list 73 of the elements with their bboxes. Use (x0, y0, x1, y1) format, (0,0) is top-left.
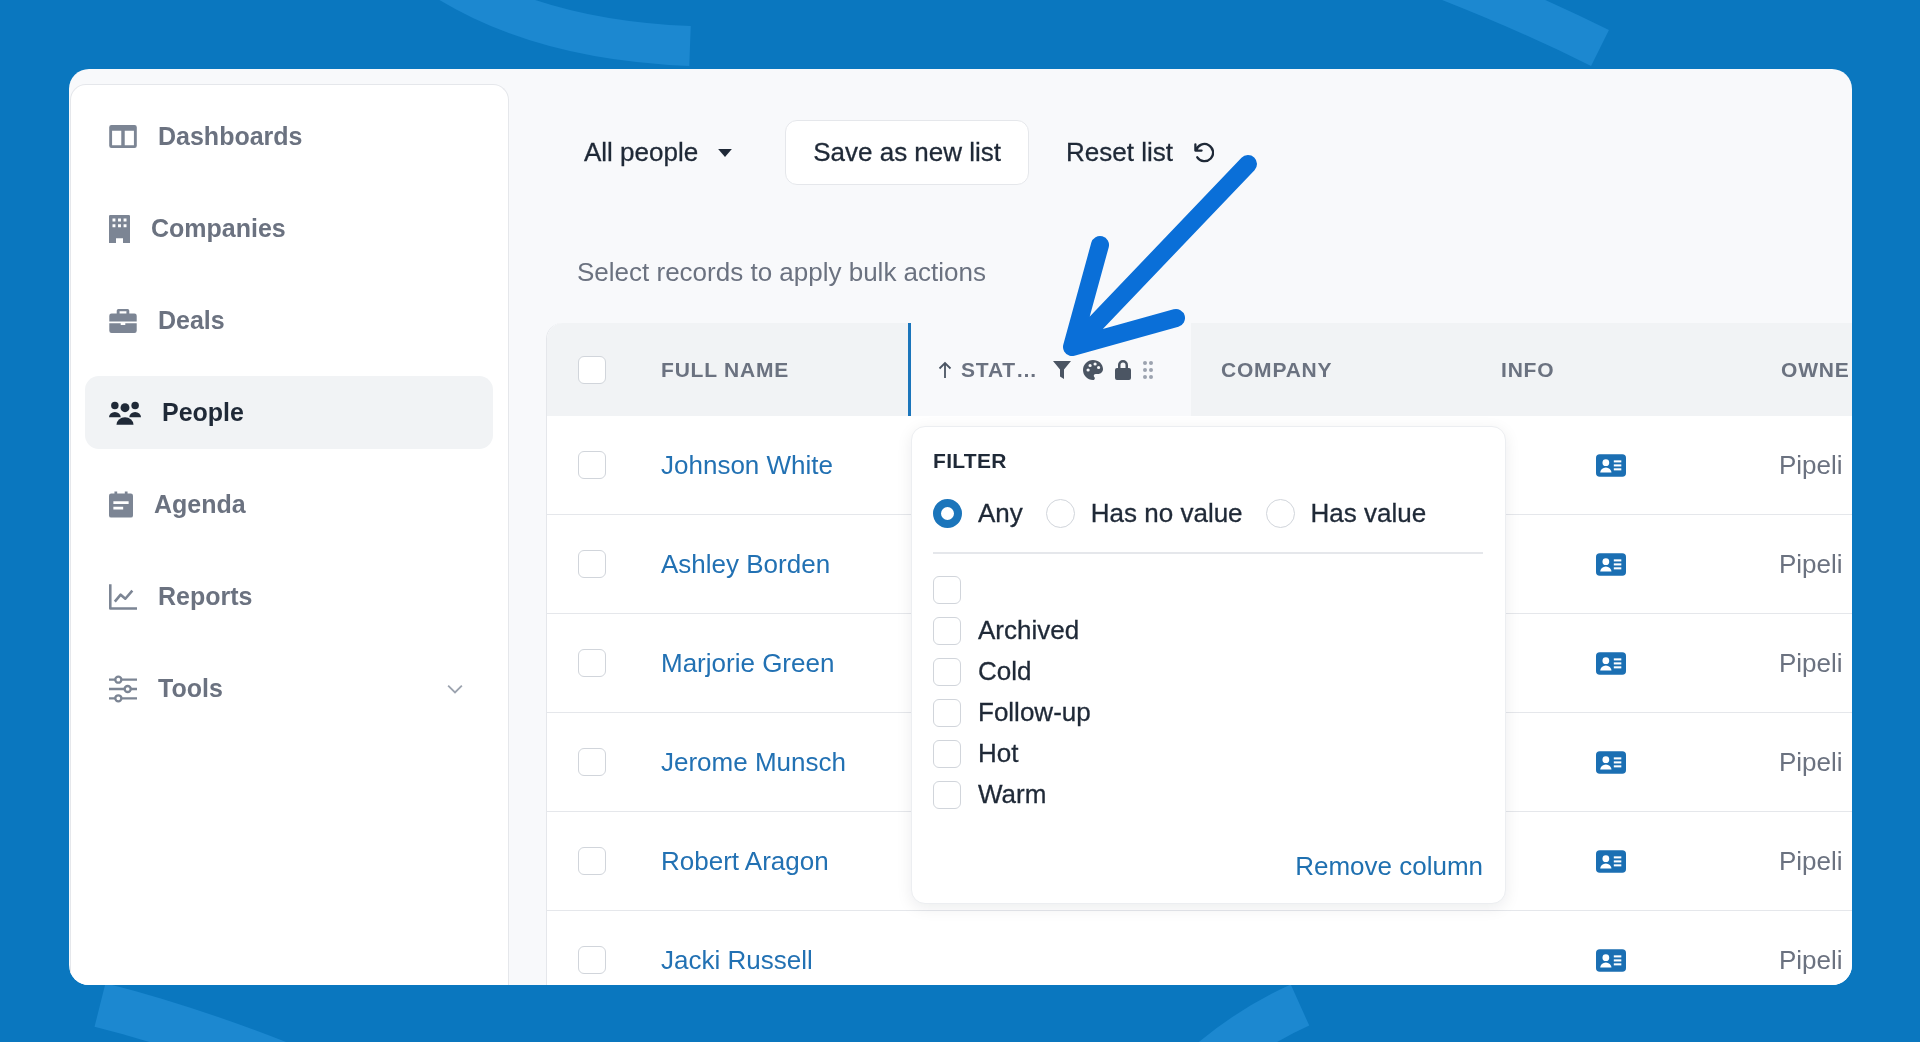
line-chart-icon (109, 583, 137, 610)
drag-handle-icon[interactable] (1142, 360, 1153, 379)
chevron-down-icon[interactable] (447, 683, 463, 694)
radio-button[interactable] (933, 498, 962, 528)
list-selector-dropdown[interactable]: All people (546, 120, 733, 185)
option-checkbox[interactable] (933, 657, 961, 686)
owner-text: Pipeli (1779, 548, 1843, 580)
contact-card-icon[interactable] (1596, 651, 1626, 675)
sidebar-item[interactable]: Agenda (85, 468, 493, 541)
row-checkbox[interactable] (578, 847, 606, 875)
contact-card-icon[interactable] (1596, 948, 1626, 972)
option-checkbox[interactable] (933, 698, 961, 727)
bulk-actions-hint: Select records to apply bulk actions (576, 257, 986, 287)
owner-text: Pipeli (1779, 944, 1843, 976)
filter-icon[interactable] (1052, 360, 1071, 379)
column-header[interactable]: FULL NAME (637, 323, 908, 416)
palette-icon[interactable] (1082, 359, 1103, 380)
option-checkbox[interactable] (933, 575, 961, 604)
column-header[interactable]: STAT… (908, 323, 1191, 416)
sidebar-item[interactable]: Deals (85, 284, 493, 357)
row-checkbox[interactable] (578, 946, 606, 974)
owner-text: Pipeli (1779, 845, 1843, 877)
sliders-icon (109, 674, 137, 703)
row-checkbox[interactable] (578, 550, 606, 578)
row-checkbox[interactable] (578, 748, 606, 776)
row-checkbox[interactable] (578, 451, 606, 479)
sidebar-item[interactable]: People (85, 376, 493, 449)
layout-icon (109, 125, 137, 148)
person-name-link[interactable]: Ashley Borden (661, 548, 831, 580)
sidebar-item[interactable]: Dashboards (85, 100, 493, 173)
person-name-link[interactable]: Robert Aragon (661, 845, 829, 877)
arrow-up-icon[interactable] (938, 360, 952, 379)
radio-label[interactable]: Has no value (1090, 497, 1243, 529)
contact-card-icon[interactable] (1596, 750, 1626, 774)
option-label[interactable]: Cold (978, 656, 1032, 687)
row-checkbox[interactable] (578, 649, 606, 677)
radio-label[interactable]: Any (978, 497, 1023, 529)
contact-card-icon[interactable] (1596, 849, 1626, 873)
owner-text: Pipeli (1779, 449, 1843, 481)
select-all-checkbox[interactable] (578, 355, 606, 384)
contact-card-icon[interactable] (1596, 552, 1626, 576)
users-icon (109, 400, 141, 425)
person-name-link[interactable]: Johnson White (661, 449, 833, 481)
person-name-link[interactable]: Jerome Munsch (661, 746, 846, 778)
option-checkbox[interactable] (933, 616, 961, 645)
undo-icon (1193, 142, 1214, 163)
option-checkbox[interactable] (933, 739, 961, 768)
briefcase-icon (109, 308, 137, 333)
option-label[interactable]: Warm (978, 779, 1047, 810)
filter-title: FILTER (933, 449, 1007, 473)
column-header[interactable]: INFO (1471, 323, 1751, 416)
reset-list-button[interactable]: Reset list (1066, 120, 1214, 185)
owner-text: Pipeli (1779, 647, 1843, 679)
person-name-link[interactable]: Marjorie Green (661, 647, 835, 679)
sidebar-item[interactable]: Tools (85, 652, 493, 725)
calendar-icon (109, 491, 133, 518)
remove-column-link[interactable]: Remove column (1295, 850, 1483, 881)
radio-label[interactable]: Has value (1310, 497, 1427, 529)
column-header[interactable]: OWNE (1751, 323, 1852, 416)
save-list-button[interactable]: Save as new list (785, 120, 1030, 185)
sidebar-item[interactable]: Reports (85, 560, 493, 633)
lock-icon[interactable] (1114, 359, 1131, 380)
column-header[interactable]: COMPANY (1191, 323, 1471, 416)
contact-card-icon[interactable] (1596, 453, 1626, 477)
building-icon (109, 214, 130, 243)
sidebar-item[interactable]: Companies (85, 192, 493, 265)
option-label[interactable]: Archived (978, 615, 1080, 646)
option-label[interactable]: Follow-up (978, 697, 1091, 728)
option-checkbox[interactable] (933, 780, 961, 809)
person-name-link[interactable]: Jacki Russell (661, 944, 813, 976)
caret-down-icon (718, 148, 733, 157)
option-label[interactable]: Hot (978, 738, 1019, 769)
owner-text: Pipeli (1779, 746, 1843, 778)
